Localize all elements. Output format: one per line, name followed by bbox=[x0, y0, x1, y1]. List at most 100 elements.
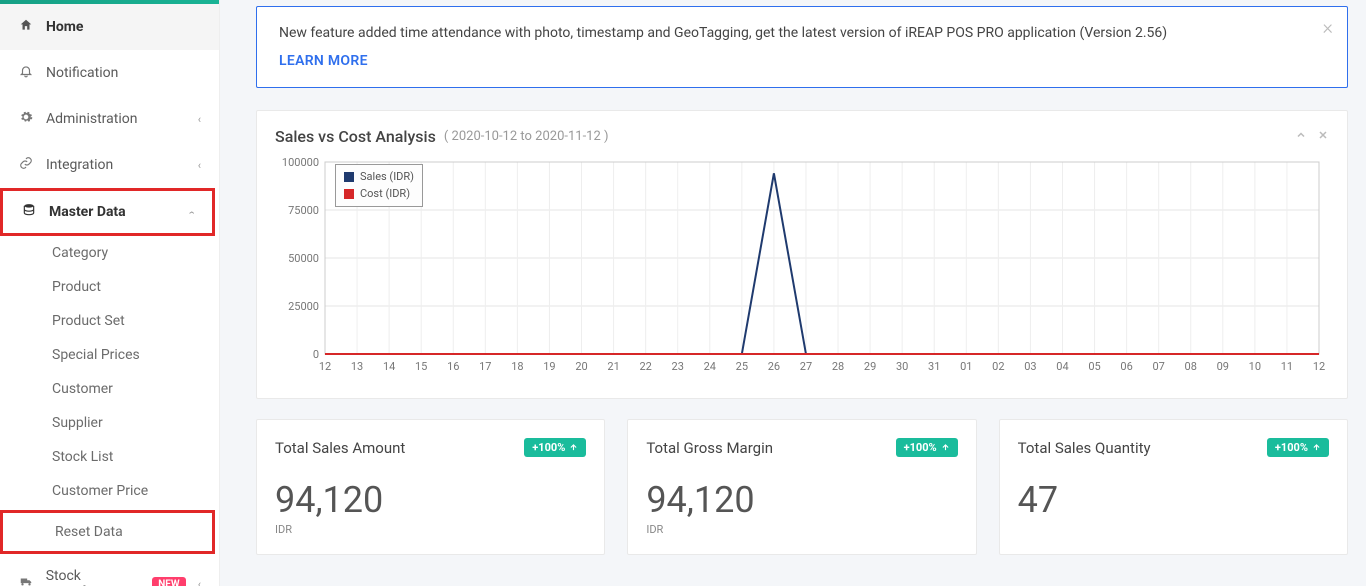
svg-text:02: 02 bbox=[992, 360, 1004, 373]
sales-cost-chart: 0250005000075000100000121314151617181920… bbox=[275, 158, 1329, 378]
database-icon bbox=[21, 203, 37, 221]
nav-notification[interactable]: Notification bbox=[0, 50, 219, 96]
nav-administration-label: Administration bbox=[46, 111, 137, 127]
stats-row: Total Sales Amount +100% 94,120 IDR Tota… bbox=[256, 419, 1348, 555]
svg-text:14: 14 bbox=[383, 360, 395, 373]
sub-item-stock-list[interactable]: Stock List bbox=[0, 440, 219, 474]
svg-text:10: 10 bbox=[1249, 360, 1261, 373]
svg-text:03: 03 bbox=[1024, 360, 1036, 373]
nav-master-data-label: Master Data bbox=[49, 204, 126, 220]
svg-text:17: 17 bbox=[479, 360, 491, 373]
svg-text:23: 23 bbox=[672, 360, 684, 373]
chevron-left-icon: ‹ bbox=[198, 113, 201, 126]
svg-text:15: 15 bbox=[415, 360, 427, 373]
stat-value: 94,120 bbox=[646, 479, 957, 521]
feature-alert: × New feature added time attendance with… bbox=[256, 6, 1348, 88]
svg-text:27: 27 bbox=[800, 360, 812, 373]
sidebar: Home Notification Administration ‹ Integ… bbox=[0, 0, 220, 586]
stat-value: 94,120 bbox=[275, 479, 586, 521]
sub-item-product[interactable]: Product bbox=[0, 270, 219, 304]
svg-text:24: 24 bbox=[704, 360, 716, 373]
svg-text:50000: 50000 bbox=[288, 252, 319, 265]
bell-icon bbox=[18, 64, 34, 82]
svg-text:25000: 25000 bbox=[288, 300, 319, 313]
nav-notification-label: Notification bbox=[46, 65, 118, 81]
close-icon[interactable] bbox=[1317, 129, 1329, 145]
highlight-reset-data: Reset Data bbox=[0, 510, 215, 554]
badge-new: NEW bbox=[152, 577, 185, 586]
sub-item-customer[interactable]: Customer bbox=[0, 372, 219, 406]
svg-text:06: 06 bbox=[1120, 360, 1132, 373]
link-icon bbox=[18, 156, 34, 174]
nav-integration[interactable]: Integration ‹ bbox=[0, 142, 219, 188]
sub-item-customer-price[interactable]: Customer Price bbox=[0, 474, 219, 508]
svg-text:01: 01 bbox=[960, 360, 972, 373]
legend-label: Cost (IDR) bbox=[360, 186, 410, 203]
svg-text:07: 07 bbox=[1152, 360, 1164, 373]
svg-text:19: 19 bbox=[543, 360, 555, 373]
stat-badge: +100% bbox=[896, 438, 958, 457]
svg-text:30: 30 bbox=[896, 360, 908, 373]
svg-text:29: 29 bbox=[864, 360, 876, 373]
stat-badge: +100% bbox=[524, 438, 586, 457]
alert-learn-more-link[interactable]: LEARN MORE bbox=[279, 53, 368, 69]
legend-item: Cost (IDR) bbox=[344, 186, 414, 203]
svg-text:16: 16 bbox=[447, 360, 459, 373]
stat-title: Total Sales Quantity bbox=[1018, 439, 1151, 457]
sub-item-product-set[interactable]: Product Set bbox=[0, 304, 219, 338]
svg-text:05: 05 bbox=[1088, 360, 1100, 373]
alert-close-button[interactable]: × bbox=[1323, 15, 1333, 39]
chevron-left-icon: ‹ bbox=[198, 578, 201, 586]
home-icon bbox=[18, 18, 34, 36]
stat-badge: +100% bbox=[1267, 438, 1329, 457]
stat-card-2: Total Sales Quantity +100% 47 bbox=[999, 419, 1348, 555]
nav-integration-label: Integration bbox=[46, 157, 113, 173]
stat-title: Total Sales Amount bbox=[275, 439, 405, 457]
nav-stock-transfer-label: Stock Transfer bbox=[46, 568, 135, 586]
svg-text:12: 12 bbox=[319, 360, 331, 373]
alert-text: New feature added time attendance with p… bbox=[279, 25, 1325, 41]
sub-item-reset-data[interactable]: Reset Data bbox=[3, 513, 212, 551]
svg-text:09: 09 bbox=[1217, 360, 1229, 373]
chart-card: Sales vs Cost Analysis ( 2020-10-12 to 2… bbox=[256, 110, 1348, 399]
chevron-left-icon: ‹ bbox=[198, 159, 201, 172]
nav-home[interactable]: Home bbox=[0, 4, 219, 50]
nav-master-data[interactable]: Master Data ‹ bbox=[3, 191, 212, 233]
sub-item-category[interactable]: Category bbox=[0, 236, 219, 270]
legend-swatch bbox=[344, 189, 354, 199]
chevron-down-icon: ‹ bbox=[186, 210, 199, 213]
master-data-children: CategoryProductProduct SetSpecial Prices… bbox=[0, 236, 219, 554]
svg-text:11: 11 bbox=[1281, 360, 1293, 373]
legend-item: Sales (IDR) bbox=[344, 169, 414, 186]
svg-text:75000: 75000 bbox=[288, 204, 319, 217]
sub-item-special-prices[interactable]: Special Prices bbox=[0, 338, 219, 372]
sub-item-supplier[interactable]: Supplier bbox=[0, 406, 219, 440]
legend-label: Sales (IDR) bbox=[360, 169, 414, 186]
svg-text:26: 26 bbox=[768, 360, 780, 373]
svg-text:20: 20 bbox=[575, 360, 587, 373]
legend-swatch bbox=[344, 172, 354, 182]
svg-text:12: 12 bbox=[1313, 360, 1325, 373]
nav-stock-transfer[interactable]: Stock Transfer NEW ‹ bbox=[0, 554, 219, 586]
highlight-master-data: Master Data ‹ bbox=[0, 188, 215, 236]
svg-text:28: 28 bbox=[832, 360, 844, 373]
stat-unit: IDR bbox=[275, 523, 586, 536]
stat-title: Total Gross Margin bbox=[646, 439, 773, 457]
svg-text:25: 25 bbox=[736, 360, 748, 373]
nav-administration[interactable]: Administration ‹ bbox=[0, 96, 219, 142]
svg-text:08: 08 bbox=[1185, 360, 1197, 373]
nav-home-label: Home bbox=[46, 19, 83, 35]
stat-card-0: Total Sales Amount +100% 94,120 IDR bbox=[256, 419, 605, 555]
svg-text:13: 13 bbox=[351, 360, 363, 373]
stat-unit: IDR bbox=[646, 523, 957, 536]
chart-title: Sales vs Cost Analysis bbox=[275, 127, 436, 146]
collapse-icon[interactable] bbox=[1295, 129, 1307, 145]
gear-icon bbox=[18, 110, 34, 128]
main-content: × New feature added time attendance with… bbox=[220, 0, 1366, 586]
svg-text:21: 21 bbox=[607, 360, 619, 373]
svg-text:22: 22 bbox=[639, 360, 651, 373]
svg-text:100000: 100000 bbox=[282, 158, 319, 169]
svg-text:04: 04 bbox=[1056, 360, 1068, 373]
chart-legend: Sales (IDR) Cost (IDR) bbox=[335, 164, 423, 207]
svg-text:18: 18 bbox=[511, 360, 523, 373]
